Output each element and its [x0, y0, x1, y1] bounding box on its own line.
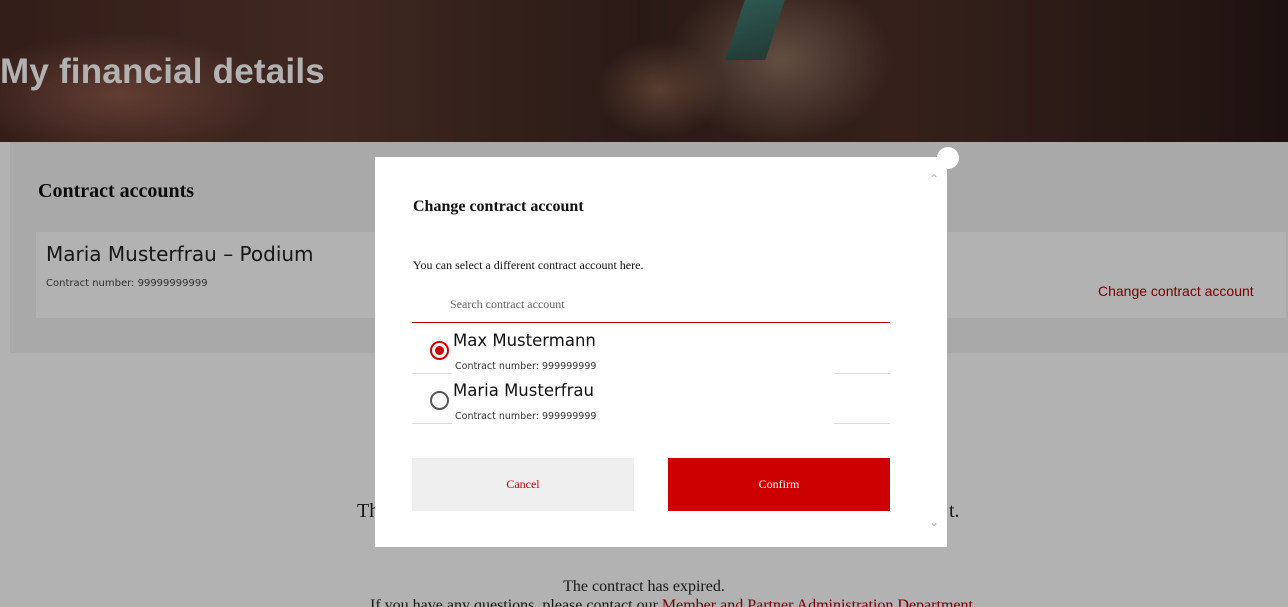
- radio-button-selected[interactable]: [430, 341, 449, 360]
- confirm-button[interactable]: Confirm: [668, 458, 890, 511]
- close-icon[interactable]: [937, 147, 959, 169]
- search-input[interactable]: [412, 286, 890, 322]
- contract-option[interactable]: Max Mustermann Contract number: 99999999…: [412, 325, 890, 378]
- divider: [412, 423, 452, 424]
- contract-option[interactable]: Maria Musterfrau Contract number: 999999…: [412, 375, 890, 428]
- chevron-up-icon[interactable]: ⌃: [929, 172, 943, 186]
- radio-button[interactable]: [430, 391, 449, 410]
- option-name: Maria Musterfrau: [453, 381, 594, 400]
- option-contract-number: Contract number: 999999999: [455, 411, 597, 422]
- cancel-button[interactable]: Cancel: [412, 458, 634, 511]
- modal-description: You can select a different contract acco…: [413, 258, 644, 272]
- option-name: Max Mustermann: [453, 331, 596, 350]
- option-contract-number: Contract number: 999999999: [455, 361, 597, 372]
- chevron-down-icon[interactable]: ⌄: [929, 515, 943, 529]
- divider: [834, 373, 890, 374]
- search-field: [412, 286, 890, 323]
- divider: [834, 423, 890, 424]
- modal-title: Change contract account: [413, 198, 584, 215]
- divider: [412, 373, 452, 374]
